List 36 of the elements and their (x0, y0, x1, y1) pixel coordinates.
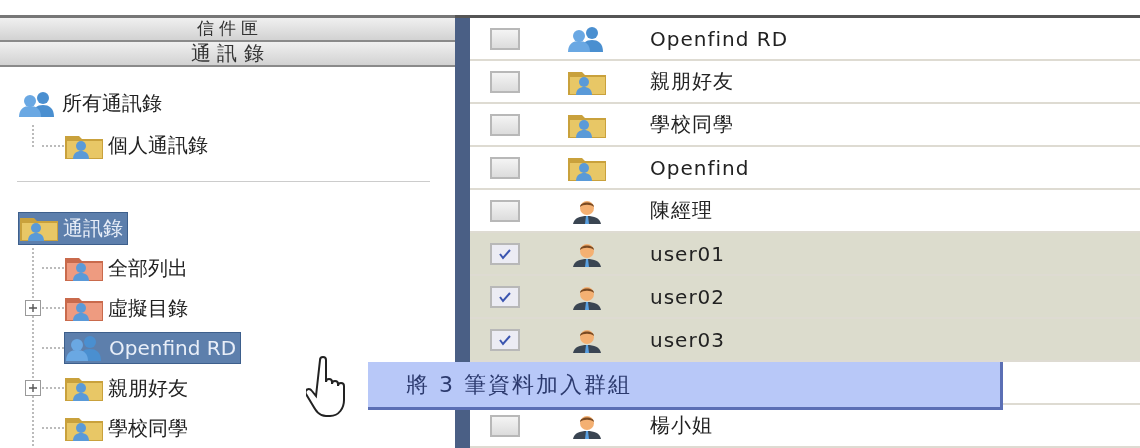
folder-icon (64, 255, 104, 281)
expand-toggle[interactable] (25, 300, 41, 316)
tree-item[interactable]: 個人通訊錄 (64, 130, 212, 162)
tree-item[interactable]: 學校同學 (64, 412, 192, 444)
checkbox[interactable] (490, 414, 520, 437)
tree-item[interactable]: Openfind RD (64, 332, 242, 364)
checkbox[interactable] (490, 27, 520, 50)
contact-name[interactable]: 陳經理 (650, 197, 713, 224)
panel-header-button[interactable]: 信 件 匣 (0, 18, 455, 42)
contact-name[interactable]: Openfind RD (650, 26, 789, 51)
checkbox[interactable] (490, 70, 520, 93)
checkbox[interactable] (490, 285, 520, 308)
checkbox[interactable] (490, 199, 520, 222)
tree-item[interactable]: 所有通訊錄 (18, 88, 166, 120)
contact-name[interactable]: 親朋好友 (650, 68, 734, 95)
contact-name[interactable]: Openfind (650, 155, 750, 180)
checkbox[interactable] (490, 113, 520, 136)
folder-icon (64, 295, 104, 321)
folder-icon (64, 375, 104, 401)
tree-item[interactable]: 虛擬目錄 (64, 292, 192, 324)
tree-item[interactable]: 通訊錄 (18, 211, 128, 245)
expand-toggle[interactable] (25, 380, 41, 396)
tree-item[interactable]: 全部列出 (64, 252, 192, 284)
folder-icon (64, 415, 104, 441)
contact-name[interactable]: 楊小姐 (650, 412, 713, 439)
checkbox[interactable] (490, 242, 520, 265)
checkbox[interactable] (490, 328, 520, 351)
panel-header-button[interactable]: 通 訊 錄 (0, 42, 455, 67)
contact-name[interactable]: 學校同學 (650, 111, 734, 138)
folder-icon (19, 215, 59, 241)
tree-item[interactable]: 親朋好友 (64, 372, 192, 404)
contact-name[interactable]: user01 (650, 241, 726, 266)
contact-name[interactable]: user02 (650, 284, 726, 309)
contact-name[interactable]: user03 (650, 327, 726, 352)
checkbox[interactable] (490, 156, 520, 179)
drag-tooltip: 將 3 筆資料加入群組 (368, 362, 1003, 410)
